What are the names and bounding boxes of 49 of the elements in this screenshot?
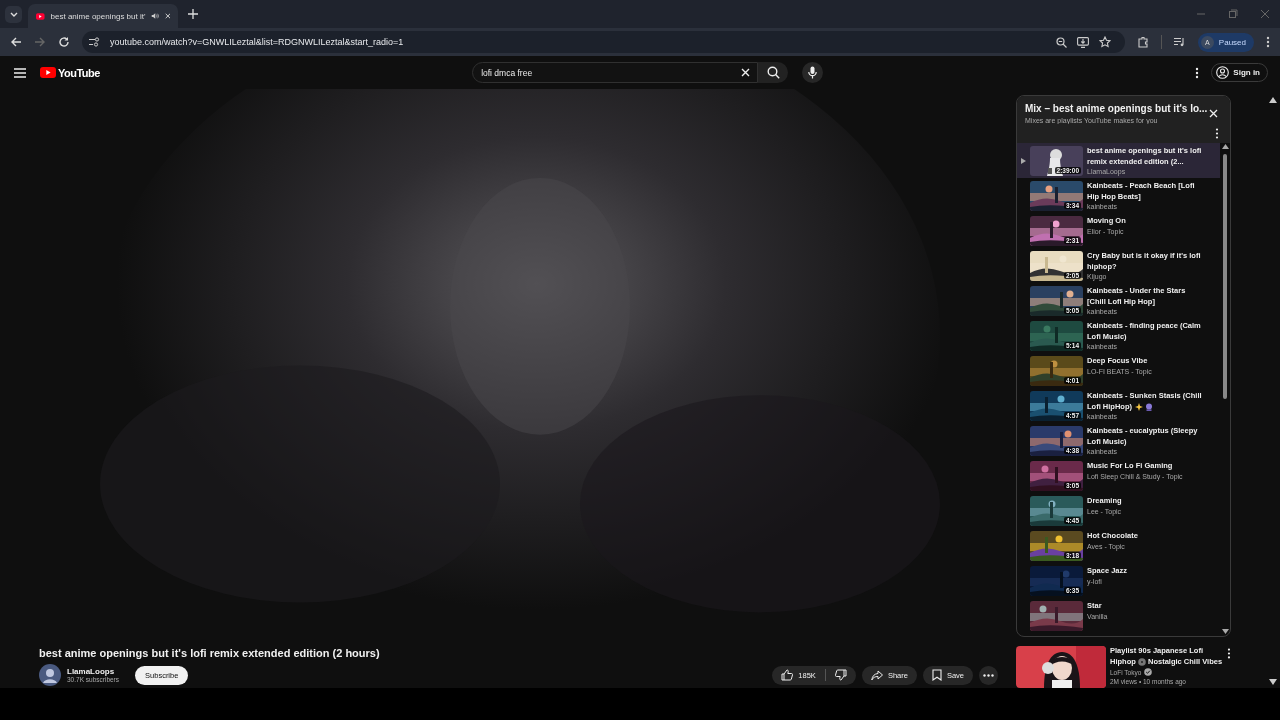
more-icon[interactable] <box>1195 66 1200 79</box>
search-icon <box>766 66 780 79</box>
speaker-icon[interactable] <box>151 11 160 21</box>
microphone-icon <box>808 66 818 79</box>
scrollbar-thumb[interactable] <box>1223 154 1227 399</box>
reload-icon[interactable] <box>58 36 70 48</box>
scroll-up-icon[interactable] <box>1269 97 1277 103</box>
logo-text[interactable]: YouTube <box>58 66 100 79</box>
play-logo-icon <box>40 67 56 78</box>
back-icon[interactable] <box>10 36 22 48</box>
zoom-icon[interactable] <box>1055 36 1067 48</box>
scroll-down-icon[interactable] <box>1221 629 1229 634</box>
new-tab-icon[interactable] <box>188 9 198 19</box>
tab-list-button[interactable] <box>5 5 22 23</box>
star-icon[interactable] <box>1098 36 1111 48</box>
playlist-title: Mix – best anime openings but it's lo... <box>1025 103 1209 114</box>
media-controls-icon[interactable] <box>1173 37 1186 47</box>
disc-icon <box>1137 657 1146 666</box>
bookmark-icon <box>931 669 942 681</box>
thumbs-down-icon <box>834 669 847 681</box>
menu-icon[interactable] <box>1266 36 1270 48</box>
channel-name[interactable]: LlamaLoops <box>67 667 120 676</box>
site-info-icon[interactable] <box>88 36 100 48</box>
search-button[interactable] <box>758 62 789 83</box>
account-icon <box>1216 66 1230 79</box>
more-icon <box>983 673 994 677</box>
more-icon[interactable] <box>1215 128 1219 139</box>
search-field[interactable]: lofi dmca free <box>472 62 759 83</box>
url-text: youtube.com/watch?v=GNWLILeztal&list=RDGNWLILeztal&start_radio=1 <box>110 37 404 47</box>
menu-icon[interactable] <box>14 67 26 78</box>
extensions-icon[interactable] <box>1136 36 1149 48</box>
tab-title: best anime openings but it' <box>50 11 146 21</box>
more-icon[interactable] <box>1227 648 1231 659</box>
address-bar[interactable]: youtube.com/watch?v=GNWLILeztal&list=RDGNWLILeztal&start_radio=1 <box>82 31 1125 53</box>
video-title: best anime openings but it's lofi remix extended edition (2 hours) <box>39 647 381 659</box>
share-icon <box>870 669 883 681</box>
restore-icon[interactable] <box>1228 9 1238 19</box>
channel-avatar[interactable] <box>39 664 61 686</box>
clear-icon[interactable] <box>741 68 751 77</box>
voice-search-button[interactable] <box>802 62 824 83</box>
more-button[interactable] <box>979 665 998 685</box>
browser-tab[interactable]: best anime openings but it' <box>28 4 178 28</box>
video-play-icon <box>36 11 45 21</box>
sparkle-icon <box>1135 402 1143 411</box>
install-icon[interactable] <box>1076 36 1089 48</box>
thumbs-up-icon <box>781 669 794 681</box>
play-icon <box>1021 158 1026 164</box>
scroll-down-icon[interactable] <box>1269 679 1277 685</box>
crystal-ball-icon <box>1145 402 1153 411</box>
